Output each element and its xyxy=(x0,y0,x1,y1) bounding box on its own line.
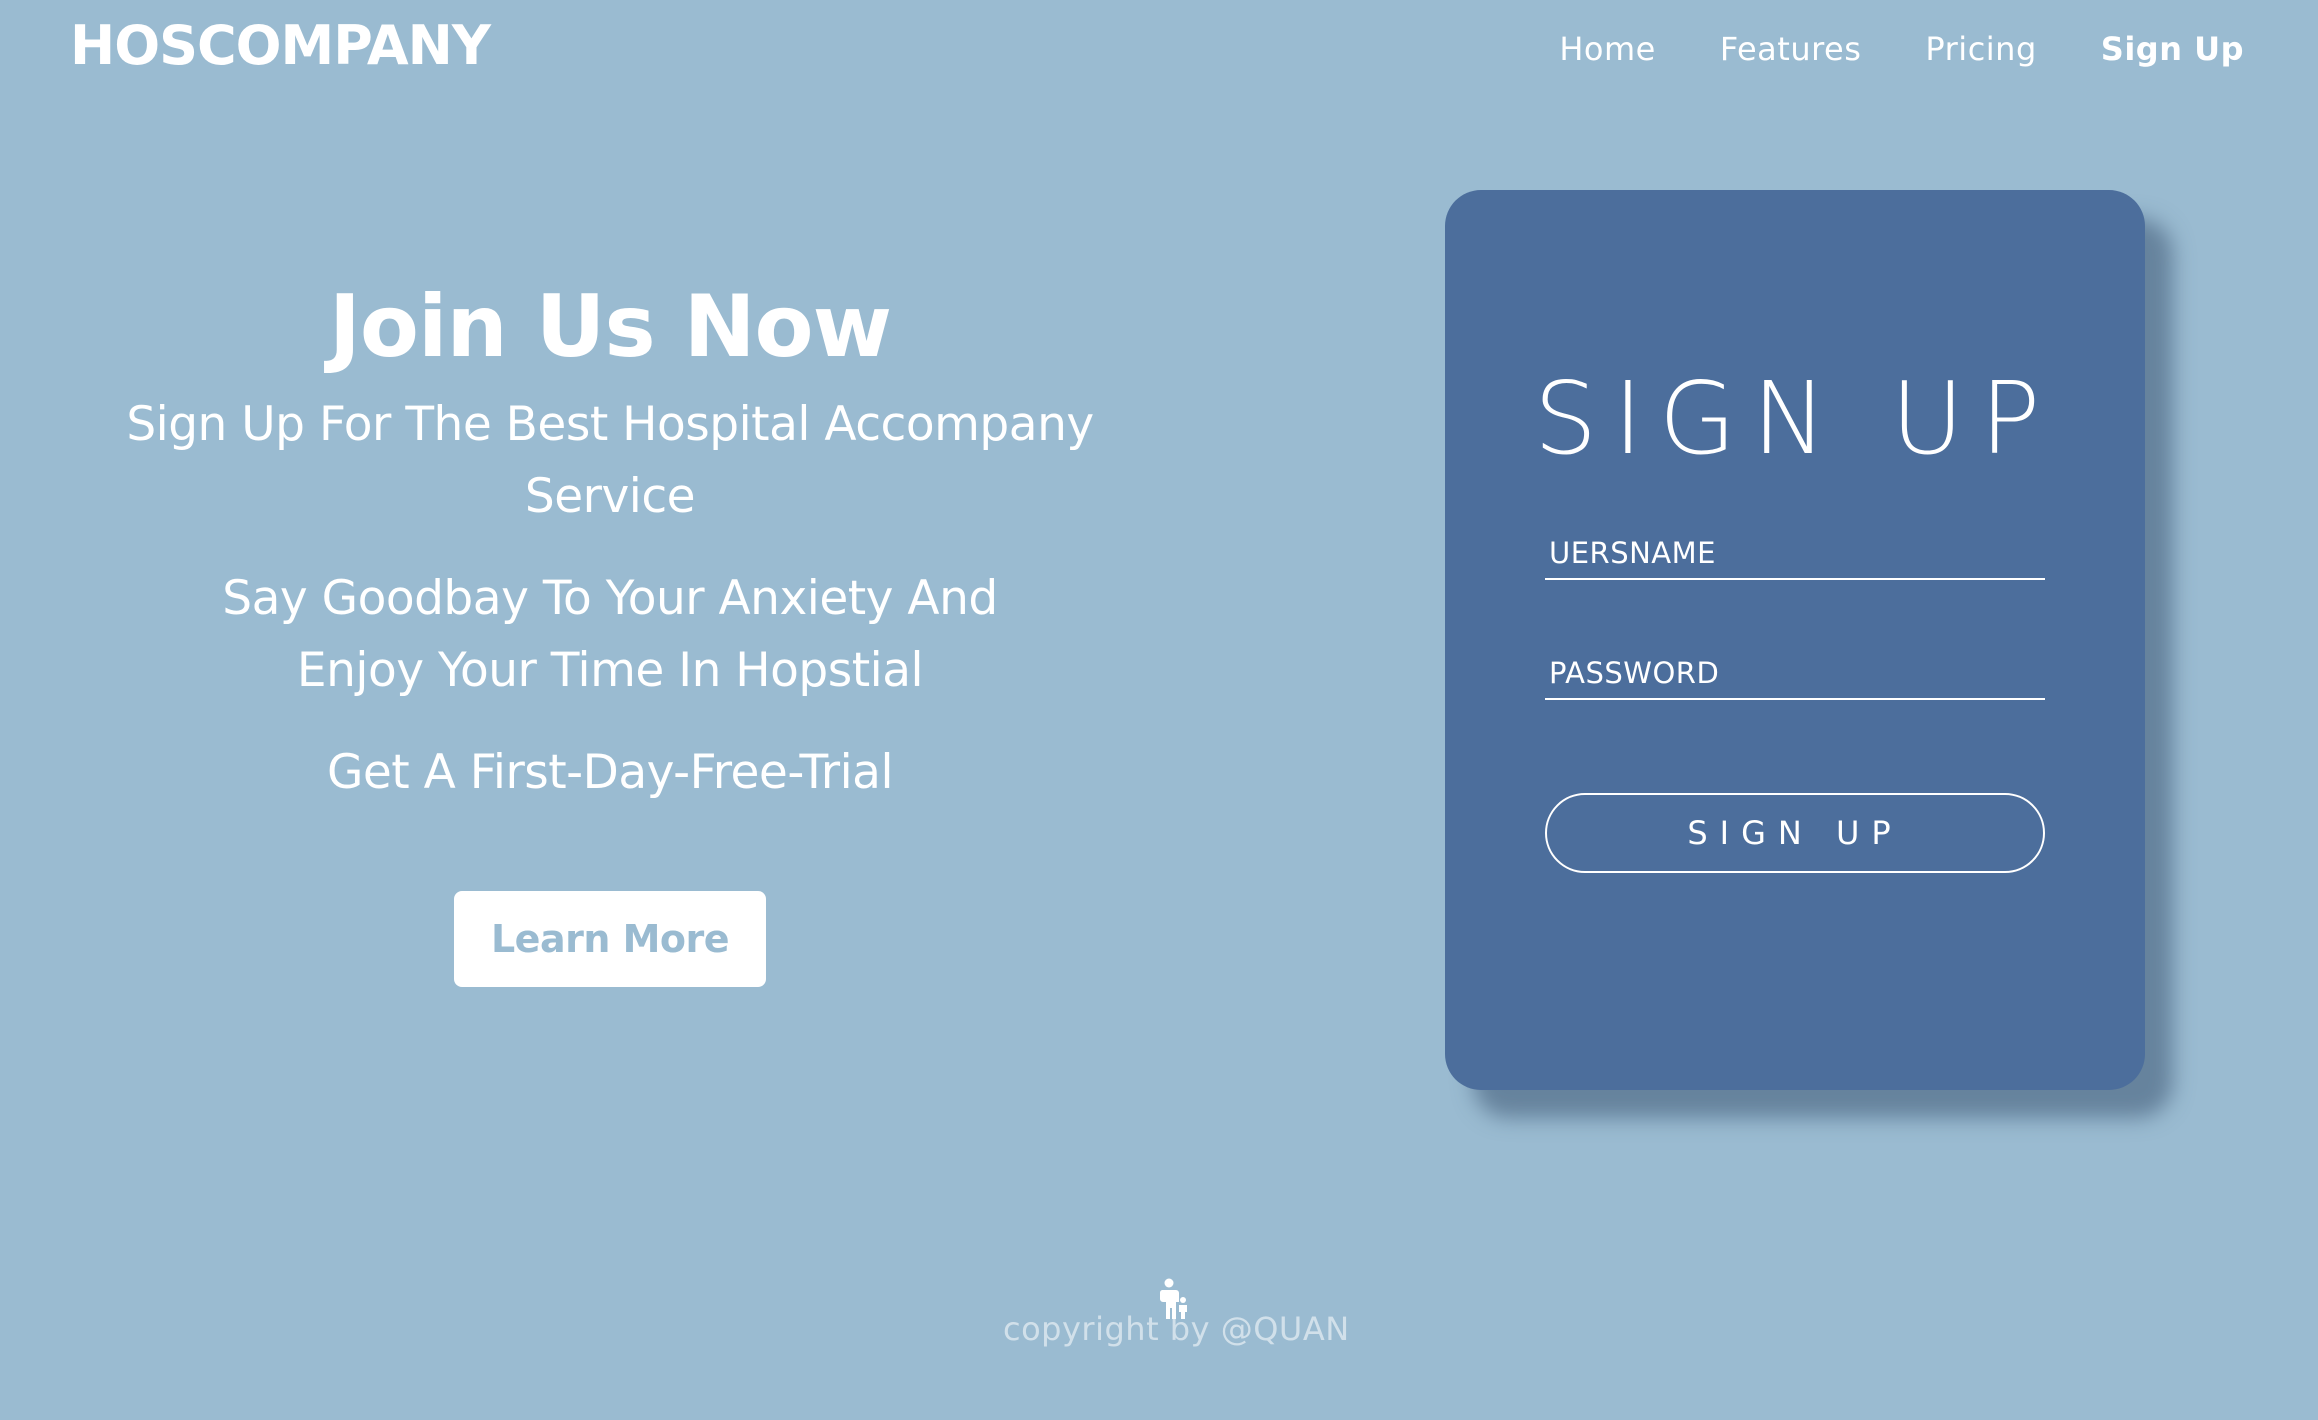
password-field[interactable] xyxy=(1545,648,2045,700)
page: HOSCOMPANY Home Features Pricing Sign Up… xyxy=(0,0,2318,1420)
nav-sign-up[interactable]: Sign Up xyxy=(2101,30,2244,68)
top-nav: Home Features Pricing Sign Up xyxy=(1559,30,2244,68)
signup-card-title: SIGN UP xyxy=(1533,360,2057,477)
hero-tagline: Sign Up For The Best Hospital Accompany … xyxy=(126,396,1094,524)
nav-features[interactable]: Features xyxy=(1720,30,1862,68)
hero-trial-text: Get A First-Day-Free-Trial xyxy=(326,744,894,800)
learn-more-button[interactable]: Learn More xyxy=(454,890,766,987)
hero-section: Join Us Now Sign Up For The Best Hospita… xyxy=(60,280,1160,987)
signup-card: SIGN UP SIGN UP xyxy=(1445,190,2145,1090)
signup-submit-button[interactable]: SIGN UP xyxy=(1545,793,2045,873)
hero-subtext: Say Goodbay To Your Anxiety And Enjoy Yo… xyxy=(222,570,998,698)
hero-title: Join Us Now xyxy=(328,277,892,377)
username-field[interactable] xyxy=(1545,528,2045,580)
copyright-text: copyright by @QUAN xyxy=(1003,1310,1350,1348)
nav-home[interactable]: Home xyxy=(1559,30,1656,68)
brand-logo[interactable]: HOSCOMPANY xyxy=(70,14,491,77)
nav-pricing[interactable]: Pricing xyxy=(1925,30,2036,68)
